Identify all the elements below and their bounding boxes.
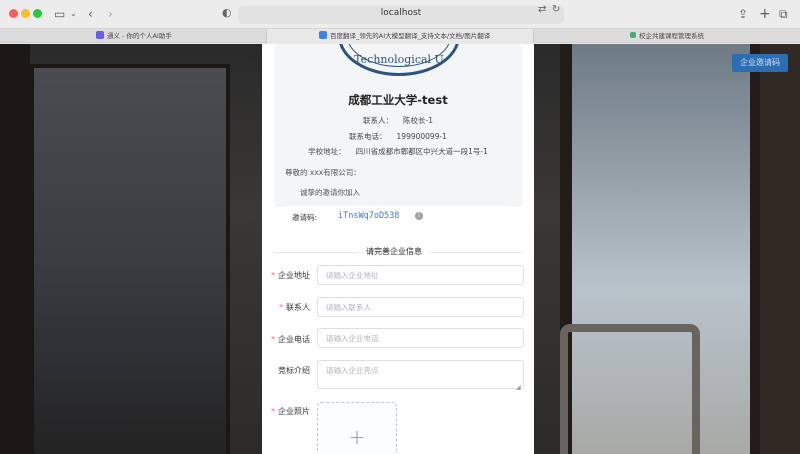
intro-field-label-text: 竞标介绍 (278, 366, 310, 375)
tab-baidu-translate[interactable]: 百度翻译_领先的AI大模型翻译_支持文本/文档/图片翻译 (266, 29, 534, 43)
photo-field-label-text: 企业照片 (278, 407, 310, 416)
tab-overview-icon[interactable]: ⧉ (779, 6, 788, 22)
back-icon[interactable]: ‹ (88, 6, 93, 22)
resize-handle-icon[interactable]: ◢ (516, 384, 521, 391)
tab-course-system[interactable]: 校企共建课程管理系统 (630, 29, 704, 43)
address-bar[interactable]: localhost (238, 6, 564, 24)
sidebar-icon[interactable]: ▭ (54, 6, 65, 22)
maximize-window-button[interactable] (33, 9, 42, 18)
phone-field-label-text: 企业电话 (278, 335, 310, 344)
enterprise-address-input[interactable] (317, 265, 524, 285)
address-row: 学校地址： 四川省成都市郫都区中兴大道一段1号-1 (274, 146, 522, 157)
close-window-button[interactable] (9, 9, 18, 18)
contact-label: 联系人： (363, 116, 393, 125)
page-viewport: 企业邀请码 Technological U 成都工业大学-test 联系人： 陈校… (0, 44, 800, 454)
bid-intro-textarea[interactable] (317, 360, 524, 389)
reload-icon[interactable]: ↻ (552, 4, 560, 15)
tab-label: 通义 - 你的个人AI助手 (107, 32, 172, 40)
invitation-panel: Technological U 成都工业大学-test 联系人： 陈校长-1 联系… (262, 44, 534, 454)
plus-icon: + (348, 425, 366, 449)
chevron-down-icon[interactable]: ⌄ (70, 6, 77, 22)
phone-label: 联系电话： (349, 132, 387, 141)
background-chair (560, 324, 700, 454)
photo-field-label: * 企业照片 (250, 406, 310, 417)
phone-row: 联系电话： 199900099-1 (274, 131, 522, 142)
translate-icon[interactable]: ⇄ (538, 4, 546, 15)
background-frame-left (0, 44, 30, 454)
browser-toolbar: ▭ ⌄ ‹ › ◐ localhost ⇄ ↻ ⇪ + ⧉ (0, 0, 800, 29)
contact-field-label: * 联系人 (250, 302, 310, 313)
tab-bar: 通义 - 你的个人AI助手 百度翻译_领先的AI大模型翻译_支持文本/文档/图片… (0, 29, 800, 43)
greeting-text: 尊敬的 xxx有限公司： (285, 168, 361, 177)
required-mark: * (271, 407, 275, 416)
seal-text: Technological U (354, 53, 444, 66)
tab-label: 校企共建课程管理系统 (639, 32, 704, 40)
photo-upload-area[interactable]: + (317, 402, 397, 454)
contact-row: 联系人： 陈校长-1 (274, 115, 522, 126)
forward-icon[interactable]: › (108, 6, 113, 22)
invitation-text: 诚挚的邀请你加入 (300, 188, 360, 197)
tab-label: 百度翻译_领先的AI大模型翻译_支持文本/文档/图片翻译 (330, 32, 491, 40)
tab-tongyi[interactable]: 通义 - 你的个人AI助手 (96, 29, 172, 43)
tongyi-favicon-icon (96, 31, 104, 39)
background-window-left (30, 64, 230, 454)
school-info-card: Technological U 成都工业大学-test 联系人： 陈校长-1 联系… (274, 44, 522, 228)
contact-person-input[interactable] (317, 297, 524, 317)
enterprise-phone-input[interactable] (317, 328, 524, 348)
intro-field-label: 竞标介绍 (250, 365, 310, 376)
address-field-label-text: 企业地址 (278, 271, 310, 280)
contact-field-label-text: 联系人 (286, 303, 310, 312)
minimize-window-button[interactable] (21, 9, 30, 18)
required-mark: * (271, 271, 275, 280)
invite-code-value: iTnsWq7oD538 (338, 211, 400, 221)
required-mark: * (279, 303, 283, 312)
required-mark: * (271, 335, 275, 344)
invite-code-box: 邀请码: iTnsWq7oD538 i (284, 206, 512, 228)
enterprise-invite-code-button[interactable]: 企业邀请码 (732, 54, 788, 72)
phone-field-label: * 企业电话 (250, 334, 310, 345)
privacy-shield-icon[interactable]: ◐ (222, 6, 232, 19)
seal-clip: Technological U (274, 44, 522, 89)
school-name: 成都工业大学-test (348, 93, 448, 107)
phone-value: 199900099-1 (396, 132, 447, 141)
address-value: 四川省成都市郫都区中兴大道一段1号-1 (355, 147, 488, 156)
address-field-label: * 企业地址 (250, 270, 310, 281)
background-frame-right (760, 44, 800, 454)
address-text: localhost (380, 8, 422, 18)
info-icon[interactable]: i (415, 212, 423, 220)
invite-code-label: 邀请码: (292, 213, 318, 222)
share-icon[interactable]: ⇪ (738, 6, 748, 22)
course-system-favicon-icon (630, 32, 636, 38)
school-seal-logo: Technological U (338, 44, 460, 76)
address-label: 学校地址： (308, 147, 346, 156)
section-title: 请完善企业信息 (358, 246, 430, 257)
contact-value: 陈校长-1 (403, 116, 433, 125)
baidu-translate-favicon-icon (319, 31, 327, 39)
new-tab-icon[interactable]: + (759, 6, 771, 22)
